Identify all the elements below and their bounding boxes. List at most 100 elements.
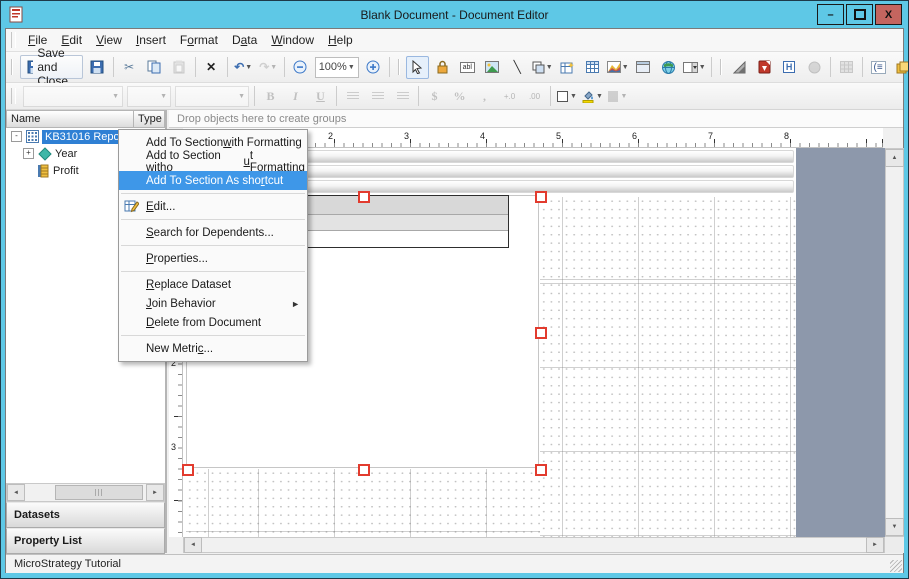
- menu-item-delete-from-document[interactable]: Delete from Document: [119, 313, 307, 332]
- menu-item-edit[interactable]: Edit...: [119, 197, 307, 216]
- scroll-down-button[interactable]: ▼: [885, 518, 904, 536]
- align-left-button[interactable]: [341, 85, 364, 108]
- selection-handle-middle-right[interactable]: [535, 327, 547, 339]
- grouping-drop-zone[interactable]: Drop objects here to create groups: [169, 110, 903, 128]
- italic-button[interactable]: I: [284, 85, 307, 108]
- pdf-view-button[interactable]: [753, 56, 776, 79]
- expand-expander-icon[interactable]: +: [23, 148, 34, 159]
- menu-item-add-without-formatting[interactable]: Add to Section without Formatting: [119, 152, 307, 171]
- lock-toggle-button[interactable]: [431, 56, 454, 79]
- panel-horizontal-scrollbar[interactable]: ◄ ►: [6, 483, 165, 502]
- html-container-tool-button[interactable]: [657, 56, 680, 79]
- zoom-combo[interactable]: 100%▼: [315, 57, 359, 78]
- font-color-button[interactable]: ▼: [606, 85, 629, 108]
- percent-format-button[interactable]: %: [448, 85, 471, 108]
- datasets-panel-button[interactable]: [892, 56, 909, 79]
- insert-grid-report-button[interactable]: [556, 56, 579, 79]
- toolbar-grip[interactable]: [11, 32, 16, 48]
- increase-decimals-button[interactable]: +.0: [498, 85, 521, 108]
- save-button[interactable]: [86, 56, 109, 79]
- menu-help[interactable]: Help: [321, 30, 360, 50]
- line-tool-button[interactable]: ╲: [506, 56, 529, 79]
- column-header-type[interactable]: Type: [134, 110, 165, 128]
- menu-item-search-dependents[interactable]: Search for Dependents...: [119, 223, 307, 242]
- panel-stack-tool-button[interactable]: [632, 56, 655, 79]
- property-list-panel-tab[interactable]: Property List: [6, 528, 165, 554]
- menu-item-new-metric[interactable]: New Metric...: [119, 339, 307, 358]
- menu-item-properties[interactable]: Properties...: [119, 249, 307, 268]
- menu-item-replace-dataset[interactable]: Replace Dataset: [119, 275, 307, 294]
- selection-handle-bottom-left[interactable]: [182, 464, 194, 476]
- scroll-up-button[interactable]: ▲: [885, 149, 904, 167]
- menu-item-join-behavior[interactable]: Join Behavior►: [119, 294, 307, 313]
- flash-view-button[interactable]: [803, 56, 826, 79]
- chevron-down-icon: ▼: [270, 64, 277, 71]
- align-center-button[interactable]: [366, 85, 389, 108]
- html-view-icon: H: [783, 61, 796, 73]
- toolbar-grip[interactable]: [11, 88, 16, 104]
- decrease-decimals-button[interactable]: .00: [523, 85, 546, 108]
- underline-button[interactable]: U: [309, 85, 332, 108]
- borders-button[interactable]: ▼: [555, 85, 578, 108]
- zoom-in-button[interactable]: [362, 56, 385, 79]
- menu-insert[interactable]: Insert: [129, 30, 173, 50]
- selection-handle-bottom-center[interactable]: [358, 464, 370, 476]
- maximize-button[interactable]: [846, 4, 873, 25]
- text-field-tool-button[interactable]: abl: [456, 56, 479, 79]
- selection-handle-top-right[interactable]: [535, 191, 547, 203]
- scroll-right-button[interactable]: ►: [866, 537, 884, 553]
- delete-button[interactable]: ✕: [200, 56, 223, 79]
- collapse-expander-icon[interactable]: -: [11, 131, 22, 142]
- bold-button[interactable]: B: [259, 85, 282, 108]
- save-and-close-button[interactable]: Save and Close: [20, 55, 83, 79]
- font-style-combo[interactable]: ▼: [175, 86, 249, 107]
- image-tool-button[interactable]: [481, 56, 504, 79]
- grid-tool-button[interactable]: [581, 56, 604, 79]
- toolbar-grip[interactable]: [398, 59, 400, 75]
- menu-format[interactable]: Format: [173, 30, 225, 50]
- datasets-panel-tab[interactable]: Datasets: [6, 502, 165, 528]
- scroll-left-button[interactable]: ◄: [7, 484, 25, 501]
- column-header-name[interactable]: Name: [6, 110, 134, 128]
- toolbar-separator: [418, 86, 419, 106]
- pointer-tool-button[interactable]: [406, 56, 429, 79]
- minimize-button[interactable]: –: [817, 4, 844, 25]
- font-name-combo[interactable]: ▼: [23, 86, 123, 107]
- menu-item-add-as-shortcut[interactable]: Add To Section As shortcut: [119, 171, 307, 190]
- html-view-button[interactable]: H: [778, 56, 801, 79]
- cut-button[interactable]: ✂: [118, 56, 141, 79]
- scroll-right-button[interactable]: ►: [146, 484, 164, 501]
- arrow-right-icon: ►: [152, 490, 158, 496]
- menu-window[interactable]: Window: [264, 30, 321, 50]
- express-view-button[interactable]: [835, 56, 858, 79]
- canvas-horizontal-scrollbar[interactable]: ◄ ►: [183, 537, 885, 553]
- undo-button[interactable]: ↶▼: [232, 56, 255, 79]
- selection-handle-top-center[interactable]: [358, 191, 370, 203]
- design-view-button[interactable]: [728, 56, 751, 79]
- copy-button[interactable]: [143, 56, 166, 79]
- selector-tool-button[interactable]: ▼: [682, 56, 707, 79]
- menu-data[interactable]: Data: [225, 30, 264, 50]
- shape-tool-button[interactable]: ▼: [531, 56, 554, 79]
- font-size-combo[interactable]: ▼: [127, 86, 171, 107]
- close-button[interactable]: x: [875, 4, 902, 25]
- chart-tool-button[interactable]: ▼: [606, 56, 630, 79]
- comma-format-button[interactable]: ,: [473, 85, 496, 108]
- menu-view[interactable]: View: [89, 30, 129, 50]
- align-right-button[interactable]: [391, 85, 414, 108]
- toolbar-grip[interactable]: [11, 59, 13, 75]
- fill-color-button[interactable]: ▼: [580, 85, 604, 108]
- toolbar-grip[interactable]: [720, 59, 722, 75]
- zoom-out-button[interactable]: [289, 56, 312, 79]
- selection-handle-bottom-right[interactable]: [535, 464, 547, 476]
- currency-format-button[interactable]: $: [423, 85, 446, 108]
- canvas-vertical-scrollbar[interactable]: ▲ ▼: [885, 148, 904, 537]
- scrollbar-thumb[interactable]: [55, 485, 143, 500]
- metric-icon: [37, 164, 49, 178]
- paste-button[interactable]: [168, 56, 191, 79]
- scroll-left-button[interactable]: ◄: [184, 537, 202, 553]
- resize-grip[interactable]: [890, 560, 902, 572]
- redo-button[interactable]: ↷▼: [257, 56, 280, 79]
- title-bar[interactable]: Blank Document - Document Editor – x: [1, 1, 908, 28]
- grouping-panel-button[interactable]: (≡: [867, 56, 890, 79]
